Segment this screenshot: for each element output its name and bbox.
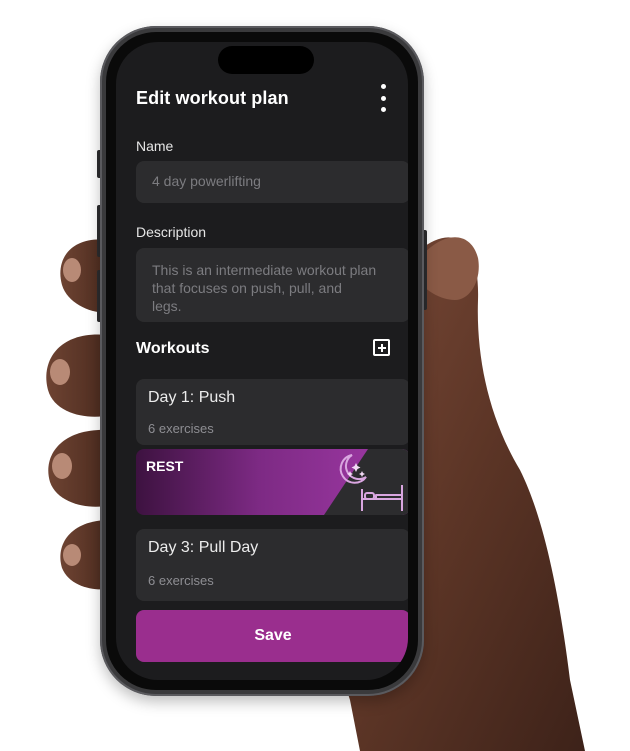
workout-title: Day 1: Push — [148, 389, 236, 406]
description-field[interactable]: This is an intermediate workout plan tha… — [136, 248, 408, 322]
name-field[interactable]: 4 day powerlifting — [136, 161, 408, 203]
name-label: Name — [136, 138, 174, 154]
save-button[interactable]: Save — [136, 610, 408, 662]
phone-frame: Edit workout plan Name 4 day powerliftin… — [100, 26, 424, 696]
workout-card-rest[interactable]: REST — [136, 449, 408, 515]
workout-title: Day 3: Pull Day — [148, 539, 259, 556]
dynamic-island — [218, 46, 314, 74]
workout-exercise-count: 6 exercises — [148, 421, 214, 436]
rest-label: REST — [146, 458, 184, 474]
page-title: Edit workout plan — [136, 88, 289, 108]
workout-card-day1[interactable]: Day 1: Push 6 exercises — [136, 379, 408, 445]
description-label: Description — [136, 224, 207, 240]
phone-bezel: Edit workout plan Name 4 day powerliftin… — [106, 32, 418, 690]
workout-card-day3[interactable]: Day 3: Pull Day 6 exercises — [136, 529, 408, 601]
more-vertical-icon[interactable] — [376, 84, 390, 112]
plus-square-icon[interactable] — [373, 339, 390, 356]
workout-exercise-count: 6 exercises — [148, 573, 214, 588]
workouts-title: Workouts — [136, 340, 210, 357]
app-screen: Edit workout plan Name 4 day powerliftin… — [116, 42, 408, 680]
